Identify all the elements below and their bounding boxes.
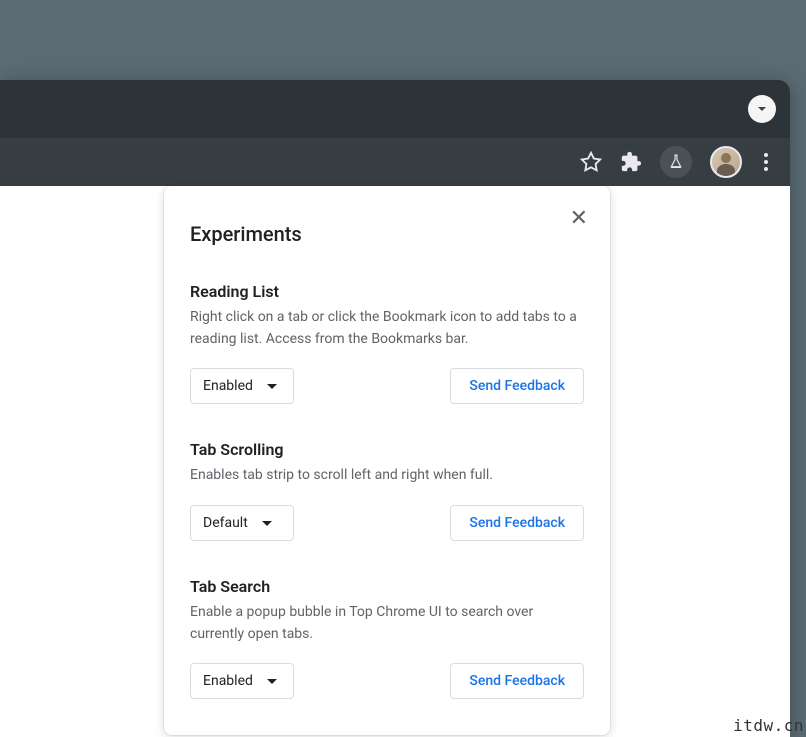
profile-avatar[interactable] xyxy=(710,146,742,178)
state-dropdown[interactable]: Enabled xyxy=(190,368,294,404)
browser-window: Experiments ✕ Reading List Right click o… xyxy=(0,80,790,737)
experiments-popup: Experiments ✕ Reading List Right click o… xyxy=(164,186,610,735)
caret-down-icon xyxy=(756,103,768,115)
send-feedback-button[interactable]: Send Feedback xyxy=(450,505,584,541)
experiment-title: Reading List xyxy=(190,282,584,301)
window-control-button[interactable] xyxy=(748,95,776,123)
browser-toolbar xyxy=(0,138,790,186)
experiment-item: Tab Scrolling Enables tab strip to scrol… xyxy=(190,440,584,541)
popup-header: Experiments ✕ xyxy=(190,210,584,246)
send-feedback-button[interactable]: Send Feedback xyxy=(450,663,584,699)
experiment-controls: Default Send Feedback xyxy=(190,505,584,541)
experiment-item: Reading List Right click on a tab or cli… xyxy=(190,282,584,404)
send-feedback-button[interactable]: Send Feedback xyxy=(450,368,584,404)
experiment-controls: Enabled Send Feedback xyxy=(190,368,584,404)
experiment-description: Enable a popup bubble in Top Chrome UI t… xyxy=(190,602,584,645)
state-dropdown[interactable]: Default xyxy=(190,505,294,541)
experiment-title: Tab Search xyxy=(190,577,584,596)
overflow-menu-button[interactable] xyxy=(760,149,772,175)
dot-icon xyxy=(764,160,768,164)
window-titlebar xyxy=(0,80,790,138)
caret-down-icon xyxy=(267,679,277,684)
caret-down-icon xyxy=(267,384,277,389)
caret-down-icon xyxy=(262,521,272,526)
dropdown-value: Default xyxy=(203,515,248,531)
experiment-item: Tab Search Enable a popup bubble in Top … xyxy=(190,577,584,699)
dot-icon xyxy=(764,167,768,171)
close-button[interactable]: ✕ xyxy=(568,206,590,232)
watermark-text: itdw.cn xyxy=(733,716,804,735)
popup-title: Experiments xyxy=(190,222,302,246)
bookmark-star-icon[interactable] xyxy=(580,151,602,173)
flask-icon xyxy=(667,153,685,171)
experiment-description: Right click on a tab or click the Bookma… xyxy=(190,307,584,350)
experiment-controls: Enabled Send Feedback xyxy=(190,663,584,699)
page-content: Experiments ✕ Reading List Right click o… xyxy=(0,186,790,737)
dot-icon xyxy=(764,153,768,157)
extensions-puzzle-icon[interactable] xyxy=(620,151,642,173)
experiment-description: Enables tab strip to scroll left and rig… xyxy=(190,465,584,487)
experiment-title: Tab Scrolling xyxy=(190,440,584,459)
experiments-flask-button[interactable] xyxy=(660,146,692,178)
dropdown-value: Enabled xyxy=(203,673,253,689)
dropdown-value: Enabled xyxy=(203,378,253,394)
close-icon: ✕ xyxy=(570,206,588,231)
state-dropdown[interactable]: Enabled xyxy=(190,663,294,699)
